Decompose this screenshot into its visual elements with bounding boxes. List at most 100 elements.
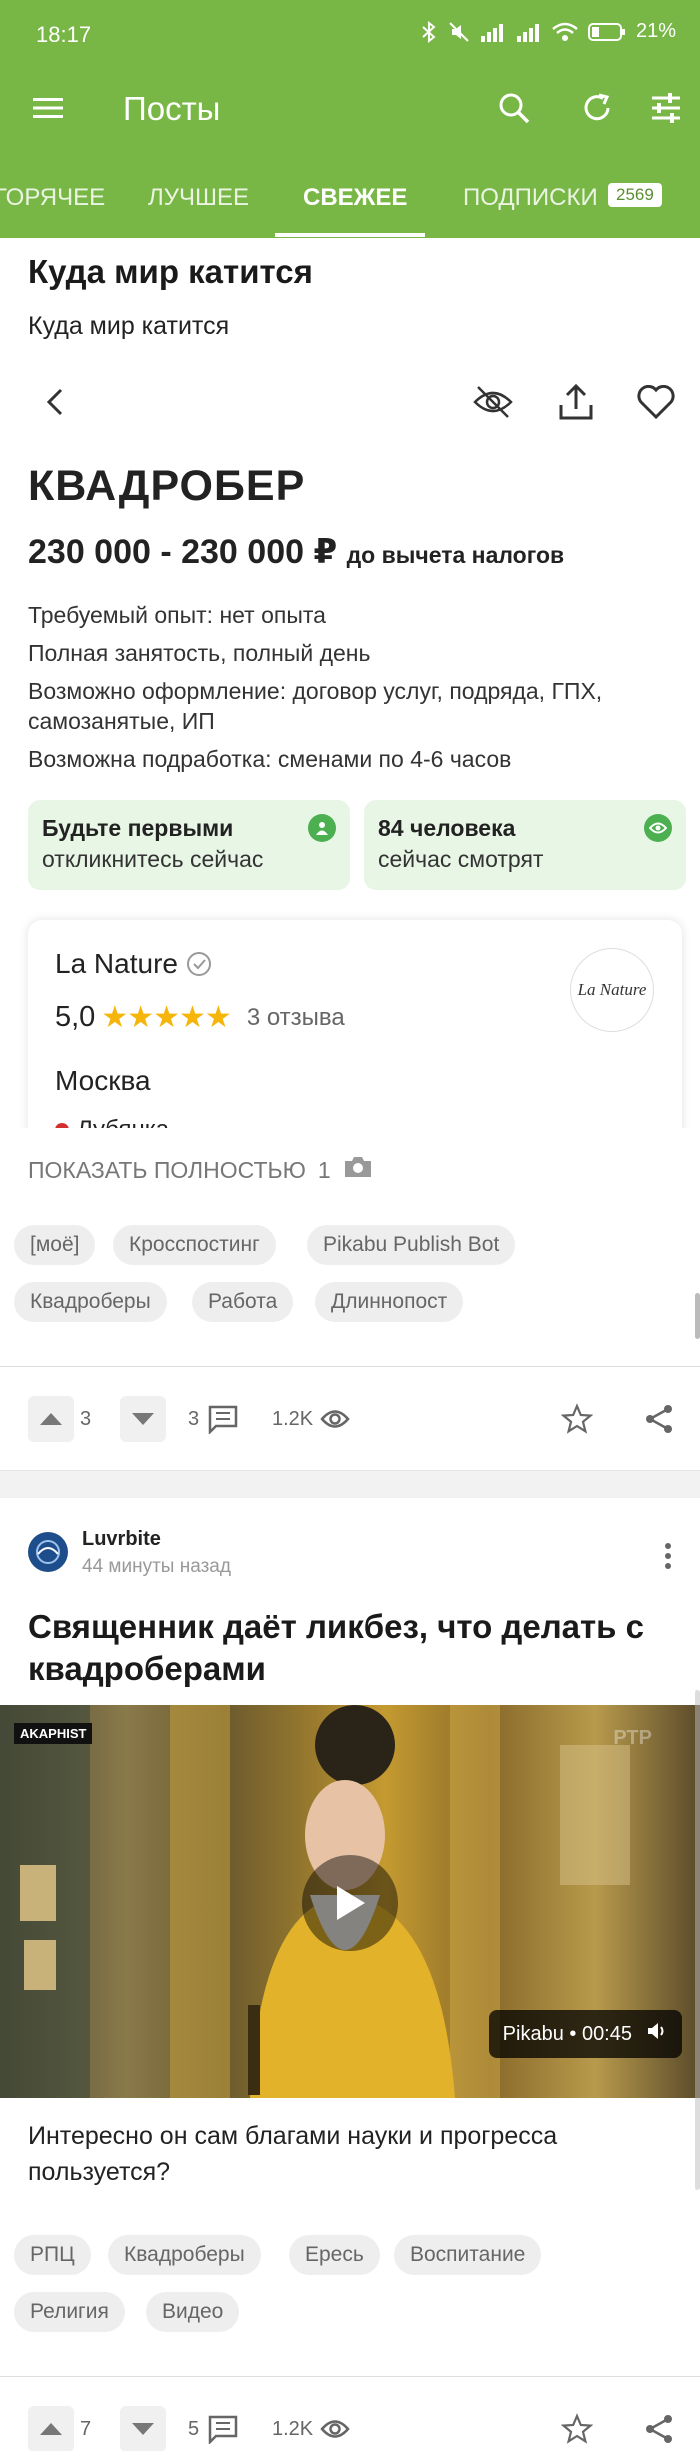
downvote-button[interactable] xyxy=(120,2406,166,2451)
metro-station: Лубянка xyxy=(77,1116,169,1128)
subscriptions-badge: 2569 xyxy=(608,183,662,207)
company-logo-text: La Nature xyxy=(577,980,647,999)
video-channel-label: AKAPHIST xyxy=(14,1723,93,1744)
tag[interactable]: Воспитание xyxy=(394,2235,542,2275)
chip-subtitle: откликнитесь сейчас xyxy=(42,846,264,872)
respond-first-chip[interactable]: Будьте первыми откликнитесь сейчас xyxy=(28,800,350,890)
rating-stars: ★★★★★ xyxy=(101,1001,231,1034)
reviews-count[interactable]: 3 отзыва xyxy=(247,1004,345,1032)
comments-icon[interactable] xyxy=(206,1402,240,1436)
post-text: Куда мир катится xyxy=(28,312,230,340)
active-tab-indicator xyxy=(275,233,425,237)
rating-value: 5,0 xyxy=(55,1001,96,1033)
views-icon xyxy=(318,1402,352,1436)
upvote-button[interactable] xyxy=(28,1396,74,1442)
image-count: 1 xyxy=(317,1156,331,1183)
tag[interactable]: Pikabu Publish Bot xyxy=(307,1225,516,1265)
status-icons: 21% xyxy=(420,20,676,43)
filter-icon[interactable] xyxy=(646,88,686,128)
bookmark-star-icon[interactable] xyxy=(560,1402,594,1436)
mute-icon xyxy=(448,21,470,43)
video-player[interactable]: РТР AKAPHIST Pikabu • 00:45 xyxy=(0,1705,700,2098)
tag[interactable]: РПЦ xyxy=(14,2235,91,2275)
requirement-experience: Требуемый опыт: нет опыта xyxy=(28,602,326,628)
comments-count: 3 xyxy=(188,1408,200,1430)
tag[interactable]: Квадроберы xyxy=(14,1282,167,1322)
chip-subtitle: сейчас смотрят xyxy=(378,846,544,872)
author-name[interactable]: Luvrbite xyxy=(82,1528,161,1551)
scrollbar-track-indicator xyxy=(695,1690,700,2190)
company-city: Москва xyxy=(55,1065,151,1096)
requirement-employment: Полная занятость, полный день xyxy=(28,640,371,666)
rating-count: 7 xyxy=(80,2418,92,2440)
company-rating: 5,0 ★★★★★ 3 отзыва xyxy=(55,1000,345,1035)
page-title: Посты xyxy=(123,90,221,127)
avatar[interactable] xyxy=(28,1532,68,1572)
company-metro: Лубянка xyxy=(55,1116,169,1128)
company-name-row: La Nature xyxy=(55,948,212,980)
post-separator xyxy=(0,1470,700,1498)
vacancy-title: КВАДРОБЕР xyxy=(28,462,306,510)
requirement-contract: Возможно оформление: договор услуг, подр… xyxy=(28,678,603,734)
video-duration: Pikabu • 00:45 xyxy=(502,2022,632,2045)
more-options-icon[interactable] xyxy=(658,1536,678,1576)
signal-icon xyxy=(480,22,506,42)
video-watermark: РТР xyxy=(613,1727,652,1749)
share-icon[interactable] xyxy=(642,1402,676,1436)
downvote-button[interactable] xyxy=(120,1396,166,1442)
company-name: La Nature xyxy=(55,948,178,979)
tag[interactable]: Кросспостинг xyxy=(113,1225,276,1265)
tag[interactable]: Длиннопост xyxy=(315,1282,464,1322)
bluetooth-icon xyxy=(420,20,438,43)
tab-fresh[interactable]: СВЕЖЕЕ xyxy=(303,184,407,212)
salary-range: 230 000 - 230 000 ₽ xyxy=(28,533,338,571)
chip-title: 84 человека xyxy=(378,815,516,841)
upvote-button[interactable] xyxy=(28,2406,74,2451)
tab-subscriptions[interactable]: ПОДПИСКИ xyxy=(463,184,598,212)
vacancy-salary: 230 000 - 230 000 ₽ до вычета налогов xyxy=(28,532,564,572)
show-full-button[interactable]: ПОКАЗАТЬ ПОЛНОСТЬЮ 1 xyxy=(28,1155,373,1185)
hide-icon[interactable] xyxy=(471,380,515,424)
viewers-chip: 84 человека сейчас смотрят xyxy=(364,800,686,890)
tag[interactable]: Ересь xyxy=(289,2235,380,2275)
tab-bar: ГОРЯЧЕЕ ЛУЧШЕЕ СВЕЖЕЕ ПОДПИСКИ xyxy=(0,160,700,238)
tag[interactable]: [моё] xyxy=(14,1225,96,1265)
views-icon xyxy=(318,2412,352,2446)
post-title[interactable]: Куда мир катится xyxy=(28,253,313,291)
person-icon xyxy=(308,814,336,842)
rating-count: 3 xyxy=(80,1408,92,1430)
share-icon[interactable] xyxy=(642,2412,676,2446)
tag[interactable]: Религия xyxy=(14,2292,125,2332)
camera-icon xyxy=(343,1155,373,1185)
heart-icon[interactable] xyxy=(634,380,678,424)
search-icon[interactable] xyxy=(494,88,534,128)
tag[interactable]: Видео xyxy=(146,2292,240,2332)
back-icon[interactable] xyxy=(33,380,77,424)
tab-hot[interactable]: ГОРЯЧЕЕ xyxy=(0,184,105,212)
tag[interactable]: Работа xyxy=(192,1282,294,1322)
scrollbar-thumb[interactable] xyxy=(695,1293,700,1339)
menu-icon[interactable] xyxy=(28,88,68,128)
volume-icon[interactable] xyxy=(646,2021,668,2047)
eye-icon xyxy=(644,814,672,842)
comments-icon[interactable] xyxy=(206,2412,240,2446)
play-icon[interactable] xyxy=(302,1855,398,1951)
requirement-parttime: Возможна подработка: сменами по 4-6 часо… xyxy=(28,746,512,772)
post-title[interactable]: Священник даёт ликбез, что делать с квад… xyxy=(28,1606,678,1690)
post-divider xyxy=(0,1366,700,1367)
bookmark-star-icon[interactable] xyxy=(560,2412,594,2446)
company-card[interactable]: La Nature 5,0 ★★★★★ 3 отзыва La Nature М… xyxy=(28,920,682,1128)
company-logo: La Nature xyxy=(570,948,654,1032)
battery-icon xyxy=(587,22,626,42)
metro-line-icon xyxy=(55,1123,69,1128)
share-icon[interactable] xyxy=(554,380,598,424)
comments-count: 5 xyxy=(188,2418,200,2440)
tab-best[interactable]: ЛУЧШЕЕ xyxy=(148,184,249,212)
tag[interactable]: Квадроберы xyxy=(108,2235,261,2275)
video-duration-bar: Pikabu • 00:45 xyxy=(488,2010,682,2058)
refresh-icon[interactable] xyxy=(577,88,617,128)
chip-title: Будьте первыми xyxy=(42,815,234,841)
toolbar: Посты xyxy=(0,70,700,146)
post-divider xyxy=(0,2376,700,2377)
status-bar: 18:17 21% xyxy=(0,0,700,70)
